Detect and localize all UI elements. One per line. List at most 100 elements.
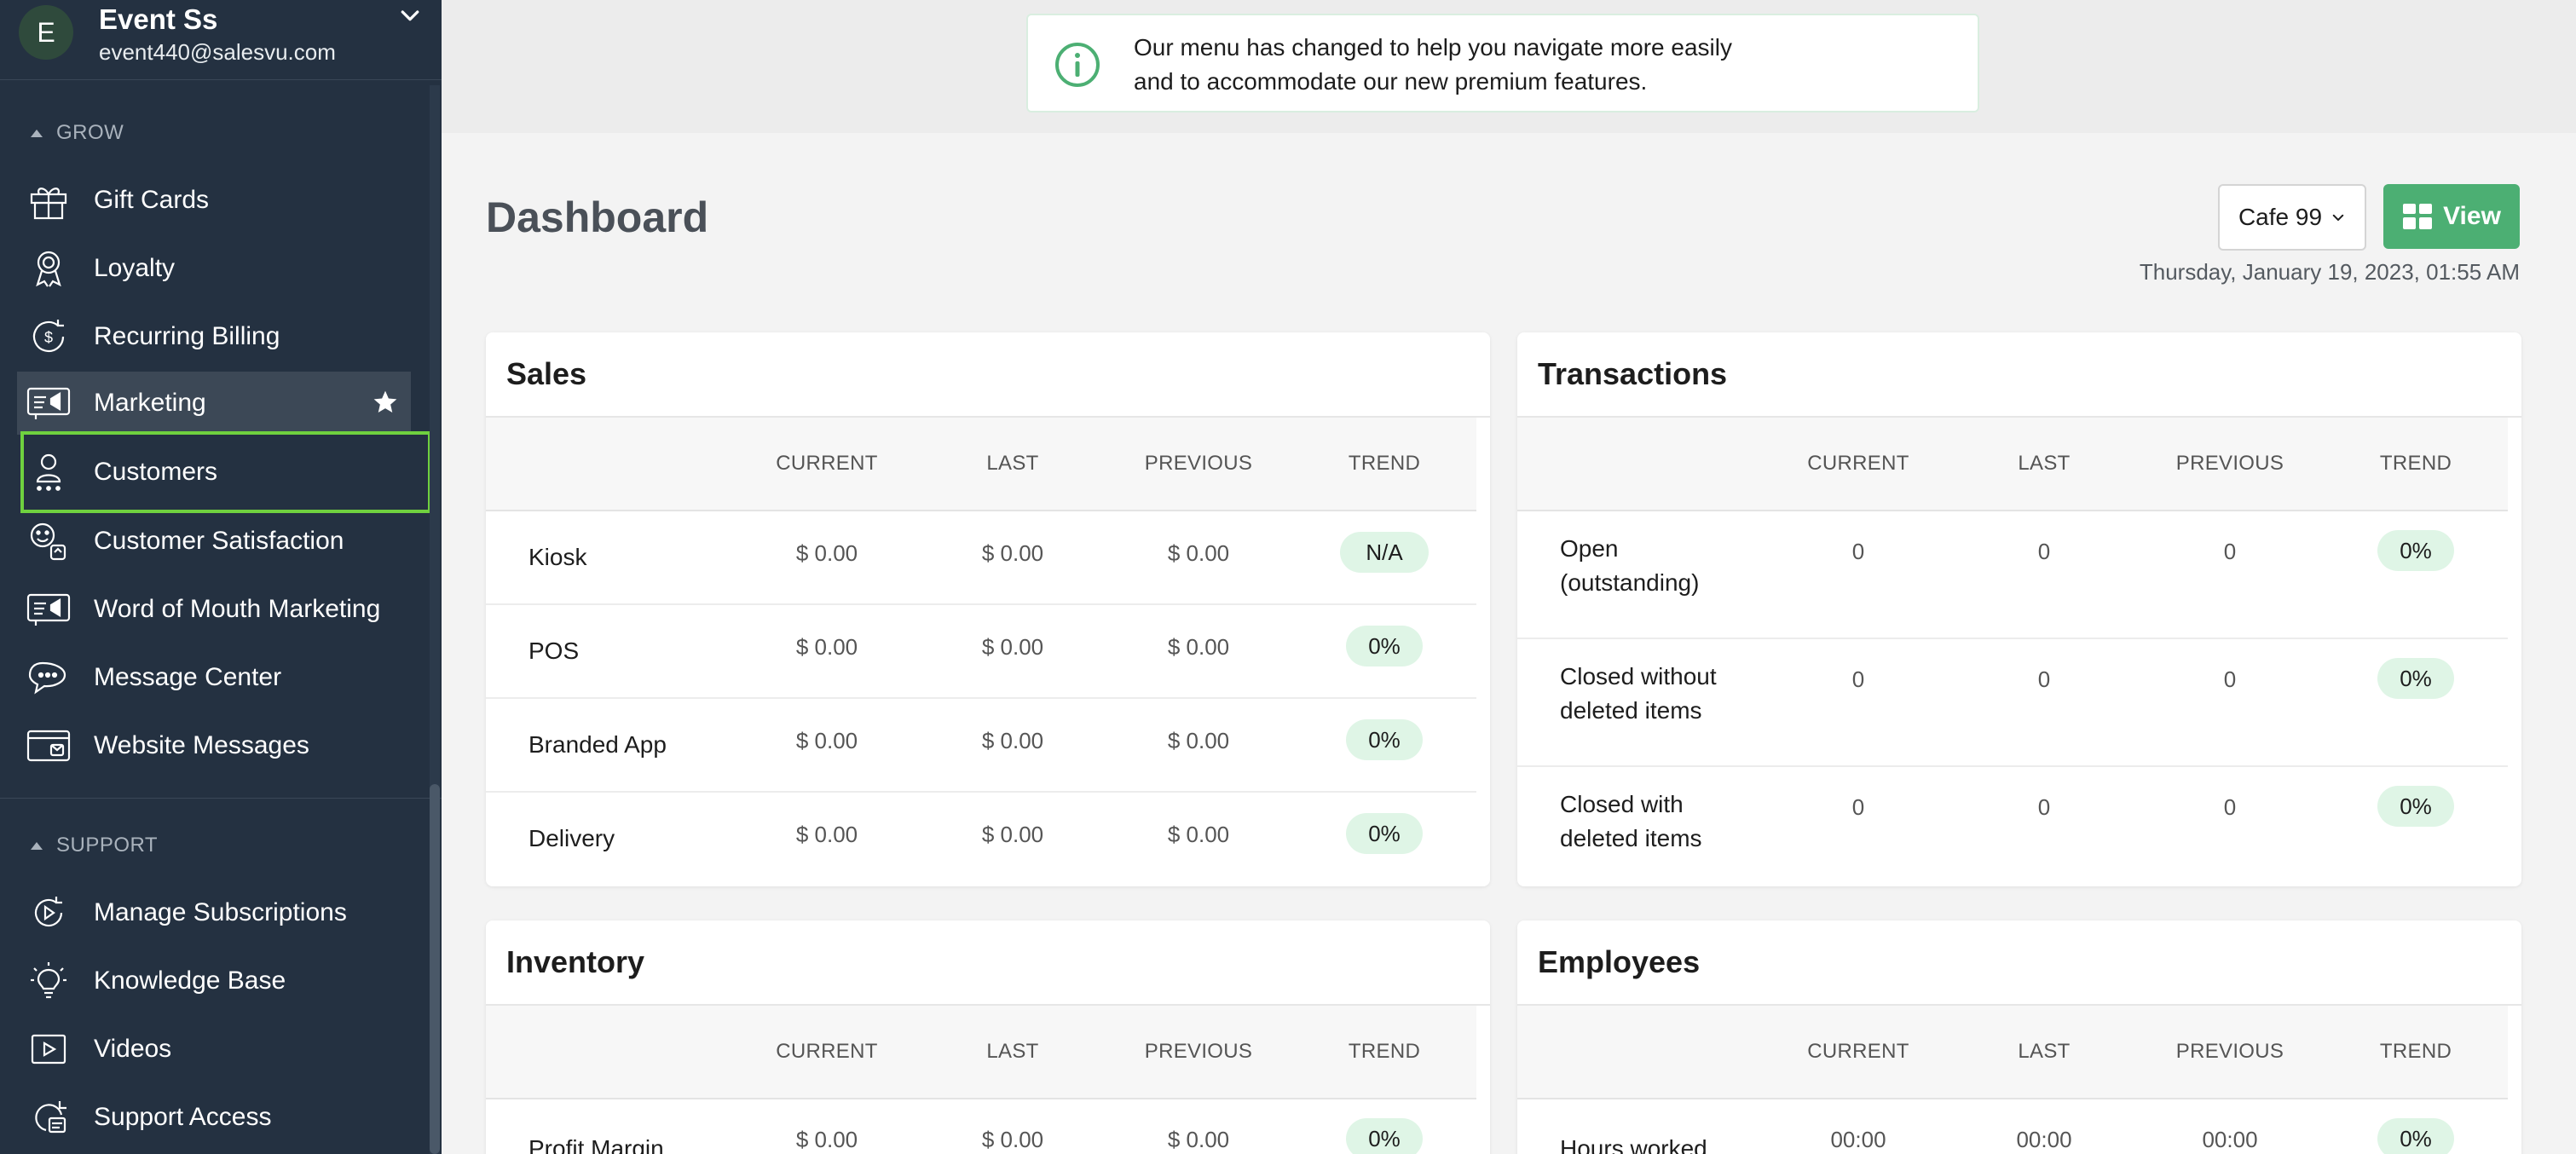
table-row: POS $ 0.00 $ 0.00 $ 0.00 0% [486,605,1476,699]
section-grow-toggle[interactable]: GROW [31,121,124,145]
row-previous: 00:00 [2202,1127,2258,1152]
recurring-dollar-icon: $ [24,312,73,361]
view-button[interactable]: View [2383,184,2520,249]
row-current: 0 [1851,666,1865,692]
table-header: CURRENT LAST PREVIOUS TREND [486,418,1476,511]
sidebar-item-customers[interactable]: Customers [20,431,431,513]
row-last: $ 0.00 [981,540,1044,566]
col-last: LAST [2018,452,2071,475]
collapse-caret-icon [31,129,43,137]
sidebar-item-loyalty[interactable]: Loyalty [17,237,413,300]
trend-badge: 0% [2377,1118,2454,1154]
row-last: $ 0.00 [981,634,1044,660]
row-last: 0 [2037,794,2051,820]
sidebar-divider [0,798,442,799]
trend-badge: 0% [2377,786,2454,827]
row-current: $ 0.00 [795,822,858,847]
info-banner: Our menu has changed to help you navigat… [1026,14,1979,113]
row-last: $ 0.00 [981,728,1044,753]
table-row: Profit Margin $ 0.00 $ 0.00 $ 0.00 0% [486,1099,1476,1154]
subscription-icon [24,888,73,938]
sidebar-item-label: Support Access [94,1103,272,1131]
col-previous: PREVIOUS [1144,452,1253,475]
row-label-line-1: Closed without [1560,663,1717,690]
col-trend: TREND [2379,1040,2452,1063]
satisfaction-icon [24,516,73,566]
trend-badge: N/A [1340,532,1429,573]
row-current: $ 0.00 [795,1127,858,1152]
row-current: 00:00 [1830,1127,1886,1152]
account-switcher[interactable]: E Event Ss event440@salesvu.com [0,0,442,80]
sidebar-item-videos[interactable]: Videos [17,1018,413,1081]
col-trend: TREND [2379,452,2452,475]
trend-badge: 0% [2377,658,2454,699]
sidebar-item-label: Manage Subscriptions [94,898,347,926]
row-label-line-1: Closed with [1560,791,1684,817]
row-label-line-2: deleted items [1560,697,1702,724]
sidebar-item-label: Gift Cards [94,186,210,214]
row-label-line-2: deleted items [1560,825,1702,851]
col-trend: TREND [1348,452,1421,475]
row-label: Profit Margin [528,1135,664,1154]
card-title: Inventory [506,944,645,979]
svg-text:$: $ [44,329,53,346]
sidebar-scrollbar[interactable] [430,85,440,1154]
sidebar-item-marketing[interactable]: Marketing [17,372,411,435]
star-icon[interactable] [372,389,399,416]
sidebar-item-message-center[interactable]: Message Center [17,646,413,709]
megaphone-card-icon [24,378,73,428]
sidebar-item-website-messages[interactable]: Website Messages [17,714,413,777]
trend-badge: 0% [1346,719,1423,760]
table-row: Branded App $ 0.00 $ 0.00 $ 0.00 0% [486,699,1476,793]
section-grow-label: GROW [56,121,124,144]
sidebar-item-label: Videos [94,1035,172,1063]
sidebar-item-knowledge-base[interactable]: Knowledge Base [17,949,413,1013]
sidebar-item-manage-subscriptions[interactable]: Manage Subscriptions [17,881,413,944]
sidebar-item-label: Knowledge Base [94,966,286,995]
sidebar-item-customer-satisfaction[interactable]: Customer Satisfaction [17,510,413,573]
word-of-mouth-icon [24,585,73,634]
store-select[interactable]: Cafe 99 [2218,184,2366,251]
row-previous: $ 0.00 [1167,634,1230,660]
sidebar-item-word-of-mouth[interactable]: Word of Mouth Marketing [17,578,413,641]
message-bubble-icon [24,653,73,702]
row-last: 00:00 [2016,1127,2072,1152]
row-label: Kiosk [528,544,587,570]
sales-card: Sales CURRENT LAST PREVIOUS TREND Kiosk … [486,332,1490,886]
trend-badge: 0% [2377,530,2454,571]
col-current: CURRENT [1807,1040,1909,1063]
row-last: $ 0.00 [981,822,1044,847]
table-header: CURRENT LAST PREVIOUS TREND [1517,418,2508,511]
section-support-label: SUPPORT [56,834,159,857]
sidebar-item-support-access[interactable]: Support Access [17,1086,413,1149]
page-title: Dashboard [486,193,709,241]
chevron-down-icon[interactable] [397,3,423,29]
sidebar-item-recurring-billing[interactable]: $ Recurring Billing [17,305,413,368]
col-current: CURRENT [1807,452,1909,475]
trend-badge: 0% [1346,1118,1423,1154]
avatar: E [19,5,73,60]
table-row: Closed with deleted items 0 0 0 0% [1517,767,2508,886]
collapse-caret-icon [31,841,43,850]
gift-icon [24,176,73,225]
row-previous: 0 [2223,666,2237,692]
sidebar-item-label: Website Messages [94,731,309,759]
account-name: Event Ss [99,3,218,35]
section-support-toggle[interactable]: SUPPORT [31,834,158,857]
sidebar-item-gift-cards[interactable]: Gift Cards [17,169,413,232]
trend-badge: 0% [1346,813,1423,854]
transactions-card: Transactions CURRENT LAST PREVIOUS TREND… [1517,332,2521,886]
sidebar-scrollbar-thumb[interactable] [430,784,440,1154]
table-header: CURRENT LAST PREVIOUS TREND [1517,1006,2508,1099]
card-title: Employees [1538,944,1701,979]
row-label: Delivery [528,825,615,851]
sidebar-item-label: Message Center [94,663,282,691]
account-email: event440@salesvu.com [99,39,336,65]
col-trend: TREND [1348,1040,1421,1063]
sidebar-item-label: Recurring Billing [94,322,280,350]
table-header: CURRENT LAST PREVIOUS TREND [486,1006,1476,1099]
video-icon [24,1024,73,1074]
row-current: $ 0.00 [795,540,858,566]
main-content: Our menu has changed to help you navigat… [442,0,2576,1154]
employees-card: Employees CURRENT LAST PREVIOUS TREND Ho… [1517,920,2521,1154]
